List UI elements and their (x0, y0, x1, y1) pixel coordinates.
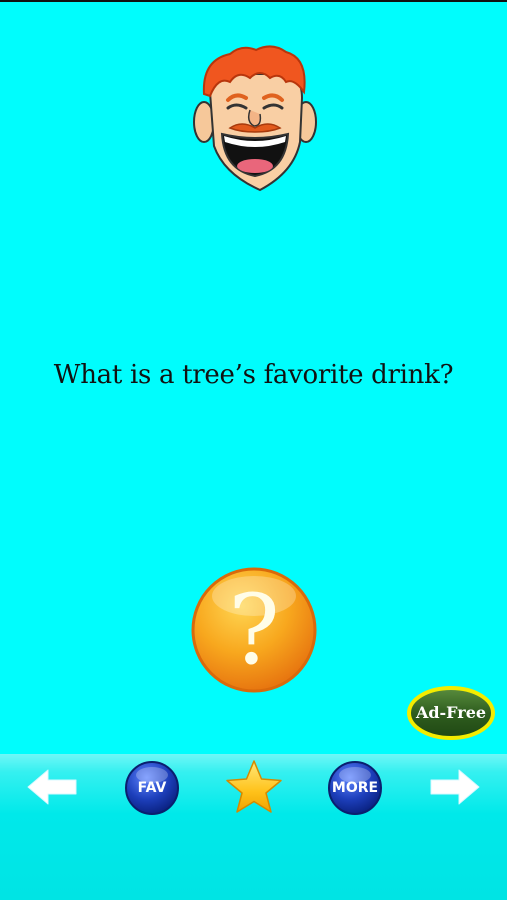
previous-button[interactable] (20, 766, 82, 808)
ad-free-button[interactable]: Ad-Free (407, 686, 495, 740)
fav-label: FAV (137, 780, 167, 796)
joke-screen: What is a tree’s favorite drink? ? Ad-Fr… (0, 0, 507, 900)
right-arrow-icon (430, 769, 480, 805)
fav-button[interactable]: FAV (124, 760, 180, 816)
left-arrow-icon (27, 769, 77, 805)
reveal-symbol: ? (228, 574, 280, 686)
joke-question: What is a tree’s favorite drink? (53, 360, 454, 390)
ad-free-label: Ad-Free (415, 703, 487, 722)
more-label: MORE (331, 780, 379, 796)
top-divider (0, 0, 507, 2)
next-button[interactable] (425, 766, 487, 808)
star-button[interactable] (224, 758, 284, 816)
star-icon (226, 760, 282, 813)
reveal-answer-button[interactable]: ? (190, 566, 318, 694)
laughing-face-icon (193, 45, 317, 192)
more-button[interactable]: MORE (327, 760, 383, 816)
